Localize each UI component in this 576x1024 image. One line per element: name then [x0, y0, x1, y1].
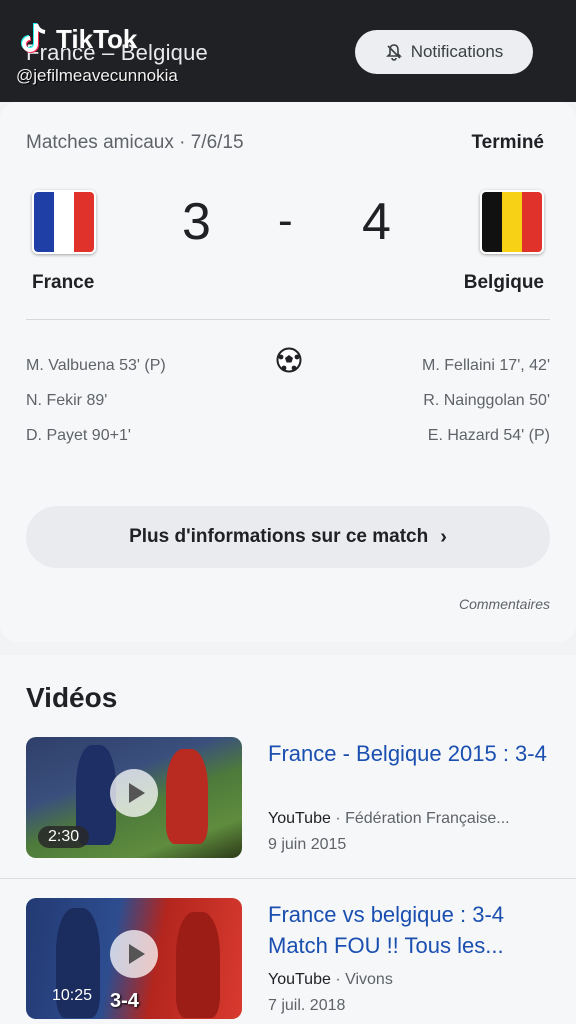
france-flag[interactable] — [32, 190, 96, 254]
score-overlay: 3-4 — [110, 990, 139, 1012]
more-info-label: Plus d'informations sur ce match — [129, 526, 429, 547]
video-source-name: YouTube — [268, 810, 331, 827]
play-icon[interactable] — [110, 930, 158, 978]
video-thumbnail[interactable]: 2:30 — [26, 737, 242, 858]
top-bar: France – Belgique TikTok @jefilmeavecunn… — [0, 0, 576, 102]
video-source: YouTube · Fédération Française... — [268, 810, 510, 827]
video-channel: Vivons — [345, 971, 393, 988]
home-score: 3 — [182, 193, 211, 251]
comments-link[interactable]: Commentaires — [459, 596, 550, 612]
match-status: Terminé — [471, 132, 544, 153]
video-date: 9 juin 2015 — [268, 836, 347, 853]
player-figure — [176, 912, 220, 1018]
scorer: R. Nainggolan 50' — [423, 392, 550, 409]
tiktok-note-icon — [21, 23, 46, 53]
video-date: 7 juil. 2018 — [268, 997, 346, 1014]
tiktok-brand: TikTok — [56, 23, 138, 54]
tiktok-handle: @jefilmeavecunnokia — [16, 66, 178, 85]
video-thumbnail[interactable]: 10:25 3-4 — [26, 898, 242, 1019]
video-channel: Fédération Française... — [345, 810, 510, 827]
scorer: N. Fekir 89' — [26, 392, 108, 409]
video-duration: 10:25 — [52, 987, 93, 1004]
home-team-name[interactable]: France — [32, 272, 94, 294]
more-info-button[interactable]: Plus d'informations sur ce match › — [26, 506, 550, 568]
notifications-label: Notifications — [410, 42, 504, 61]
scorer: M. Valbuena 53' (P) — [26, 357, 166, 374]
score-separator: - — [278, 196, 293, 245]
video-source-name: YouTube — [268, 971, 331, 988]
video-title[interactable]: France vs belgique : 3-4 Match FOU !! To… — [268, 899, 550, 961]
videos-heading: Vidéos — [26, 682, 118, 713]
player-figure — [166, 749, 208, 844]
tiktok-watermark: TikTok — [20, 22, 137, 56]
play-icon[interactable] — [110, 769, 158, 817]
scorer: E. Hazard 54' (P) — [427, 427, 550, 444]
competition-date: Matches amicaux · 7/6/15 — [26, 132, 244, 153]
soccer-ball-icon — [276, 347, 302, 373]
divider — [0, 878, 576, 879]
belgium-flag[interactable] — [480, 190, 544, 254]
notifications-button[interactable]: Notifications — [355, 30, 533, 74]
home-scorers: M. Valbuena 53' (P) N. Fekir 89' D. Paye… — [26, 348, 166, 453]
away-team-name[interactable]: Belgique — [464, 272, 544, 294]
video-duration: 2:30 — [38, 826, 90, 848]
scorer: M. Fellaini 17', 42' — [422, 357, 550, 374]
away-scorers: M. Fellaini 17', 42' R. Nainggolan 50' E… — [422, 348, 550, 453]
video-source: YouTube · Vivons — [268, 971, 393, 988]
away-score: 4 — [362, 193, 391, 251]
bell-off-icon — [385, 44, 402, 61]
scorer: D. Payet 90+1' — [26, 427, 131, 444]
chevron-right-icon: › — [440, 525, 447, 548]
video-title[interactable]: France - Belgique 2015 : 3-4 — [268, 738, 550, 769]
divider — [26, 319, 550, 320]
